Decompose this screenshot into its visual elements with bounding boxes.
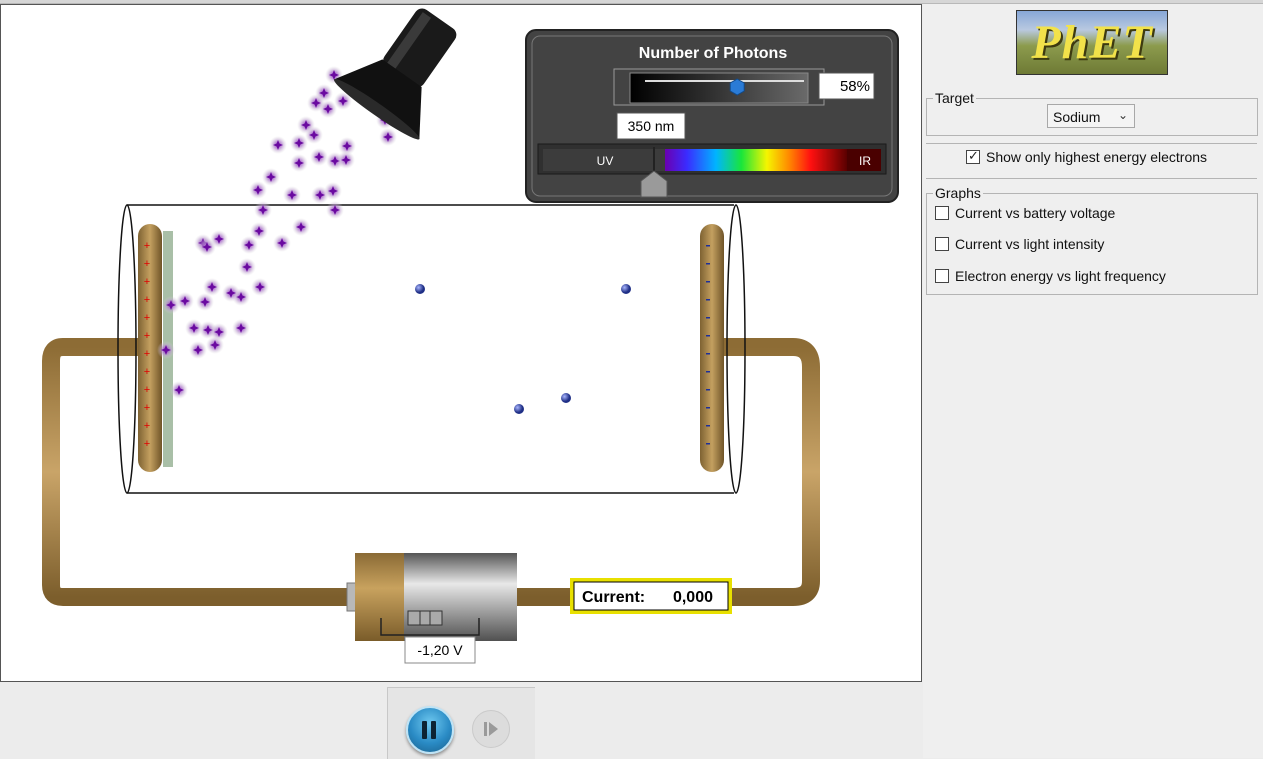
intensity-value: 58% — [840, 78, 870, 95]
show-highest-label: Show only highest energy electrons — [986, 149, 1208, 165]
minus-sign — [706, 245, 710, 247]
minus-sign — [706, 317, 710, 319]
minus-sign — [706, 425, 710, 427]
target-legend: Target — [935, 90, 974, 106]
graph-checkbox[interactable] — [935, 237, 949, 251]
electron — [514, 404, 524, 414]
plus-sign: + — [144, 258, 150, 270]
minus-sign — [706, 299, 710, 301]
plus-sign: + — [144, 276, 150, 288]
control-sidebar: PhET Target Sodium ⌄ Show only highest e… — [923, 4, 1263, 758]
minus-sign — [706, 353, 710, 355]
photon-panel-title: Number of Photons — [639, 45, 788, 62]
uv-label: UV — [597, 154, 614, 168]
current-label: Current: — [582, 589, 645, 606]
graph-checkbox[interactable] — [935, 206, 949, 220]
simulation-canvas[interactable]: + + + + + + + + + + + + Number of Photons 58% 350 n… — [0, 4, 922, 682]
graph-checkbox[interactable] — [935, 269, 949, 283]
phet-logo-text: PhET — [1031, 16, 1153, 69]
simulation-scene: + + + + + + + + + + + + Number of Photons 58% 350 n… — [42, 5, 899, 664]
pause-icon[interactable] — [406, 706, 454, 754]
plus-sign: + — [144, 240, 150, 252]
spectrum-bar[interactable] — [665, 149, 847, 171]
target-select[interactable]: Sodium ⌄ — [1047, 104, 1135, 128]
voltage-value: -1,20 V — [417, 642, 463, 658]
target-select-value: Sodium — [1053, 109, 1101, 125]
photons — [157, 66, 397, 399]
photon-control-panel: Number of Photons 58% 350 nm UV IR — [525, 29, 899, 203]
minus-sign — [706, 335, 710, 337]
circuit-wire — [42, 338, 356, 606]
voltage-slider-knob[interactable] — [407, 610, 443, 626]
minus-sign — [706, 389, 710, 391]
battery: -1,20 V — [346, 553, 517, 664]
intensity-slider-thumb[interactable] — [729, 78, 745, 96]
plus-sign: + — [144, 312, 150, 324]
plus-sign: + — [144, 366, 150, 378]
light-lamp[interactable] — [331, 5, 483, 144]
plus-sign: + — [144, 438, 150, 450]
graphs-legend: Graphs — [935, 185, 981, 201]
plus-sign: + — [144, 384, 150, 396]
minus-sign — [706, 443, 710, 445]
wavelength-value: 350 nm — [628, 118, 675, 134]
electrons — [415, 284, 631, 414]
step-forward-icon[interactable] — [472, 710, 510, 748]
plus-sign: + — [144, 294, 150, 306]
intensity-slider-track[interactable] — [629, 72, 809, 104]
collector-plate — [700, 224, 724, 472]
plus-sign: + — [144, 402, 150, 414]
playback-controls — [387, 687, 535, 759]
graph-option-label: Current vs battery voltage — [955, 205, 1116, 221]
minus-sign — [706, 371, 710, 373]
minus-sign — [706, 407, 710, 409]
minus-sign — [706, 263, 710, 265]
plus-sign: + — [144, 330, 150, 342]
graph-option-label: Electron energy vs light frequency — [955, 268, 1166, 284]
plus-sign: + — [144, 348, 150, 360]
chevron-down-icon: ⌄ — [1117, 108, 1128, 122]
phet-logo[interactable]: PhET — [1016, 10, 1168, 75]
electron — [621, 284, 631, 294]
ir-label: IR — [859, 154, 871, 168]
show-highest-checkbox[interactable] — [966, 148, 980, 164]
current-value: 0,000 — [673, 589, 713, 606]
minus-sign — [706, 281, 710, 283]
circuit-wire — [516, 338, 820, 606]
electron — [415, 284, 425, 294]
ammeter: Current: 0,000 — [570, 578, 732, 614]
electron — [561, 393, 571, 403]
plus-sign: + — [144, 420, 150, 432]
graph-option-label: Current vs light intensity — [955, 236, 1105, 252]
